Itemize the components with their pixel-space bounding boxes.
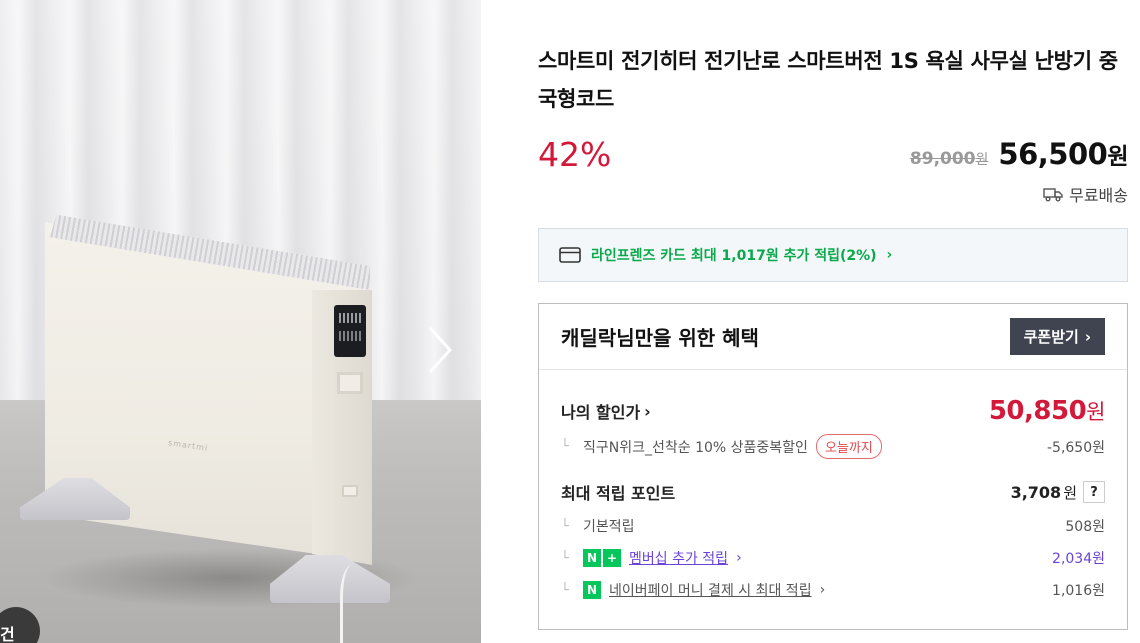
product-image-gallery: smartmi 건	[0, 0, 481, 643]
discount-detail-text: 직구N위크_선착순 10% 상품중복할인	[583, 439, 808, 456]
today-only-badge: 오늘까지	[815, 434, 882, 459]
naver-plus-icon: N +	[583, 549, 621, 567]
tree-branch-icon: └	[561, 550, 569, 566]
max-points-value: 3,708 원 ?	[1011, 481, 1105, 503]
original-price: 89,000원	[909, 149, 989, 169]
tree-branch-icon: └	[561, 582, 569, 598]
discount-amount: -5,650원	[1046, 439, 1105, 456]
benefit-header: 캐딜락님만을 위한 혜택 쿠폰받기 ›	[539, 304, 1127, 370]
coupon-button-label: 쿠폰받기	[1023, 328, 1079, 346]
discount-detail-row: └ 직구N위크_선착순 10% 상품중복할인 오늘까지 -5,650원	[561, 434, 1105, 459]
npay-link[interactable]: 네이버페이 머니 결제 시 최대 적립	[609, 580, 812, 600]
membership-points-value: 2,034원	[1052, 551, 1105, 567]
delivery-info: 무료배송	[1043, 182, 1128, 206]
npay-points-row: └ N 네이버페이 머니 결제 시 최대 적립 › 1,016원	[561, 580, 1105, 600]
benefit-title: 캐딜락님만을 위한 혜택	[561, 326, 759, 350]
tree-branch-icon: └	[561, 518, 569, 534]
my-price-value: 50,850원	[988, 396, 1106, 426]
power-cord	[340, 565, 370, 643]
chevron-right-icon	[428, 326, 453, 374]
membership-link[interactable]: 멤버십 추가 적립	[629, 548, 728, 568]
my-price-row: 나의 할인가 › 50,850원	[561, 396, 1105, 426]
benefit-panel: 캐딜락님만을 위한 혜택 쿠폰받기 › 나의 할인가 › 50,850원 └ 직…	[538, 303, 1128, 630]
coupon-button[interactable]: 쿠폰받기 ›	[1009, 318, 1105, 355]
max-points-label: 최대 적립 포인트	[561, 484, 676, 503]
basic-points-label: 기본적립	[583, 519, 635, 535]
heater-display	[334, 305, 366, 357]
help-icon[interactable]: ?	[1083, 481, 1105, 503]
chevron-right-icon: ›	[819, 582, 826, 598]
card-promo-banner[interactable]: 라인프렌즈 카드 최대 1,017원 추가 적립(2%) ›	[538, 228, 1128, 282]
card-promo-text: 라인프렌즈 카드 최대 1,017원 추가 적립(2%)	[591, 248, 877, 264]
delivery-text: 무료배송	[1069, 186, 1128, 205]
heater-knob	[342, 485, 358, 497]
chevron-right-icon: ›	[644, 401, 651, 421]
basic-points-row: └ 기본적립 508원	[561, 516, 1105, 536]
chevron-right-icon: ›	[1084, 327, 1091, 346]
credit-card-icon	[559, 247, 581, 263]
product-title: 스마트미 전기히터 전기난로 스마트버전 1S 욕실 사무실 난방기 중국형코드	[538, 49, 1118, 111]
naver-pay-icon: N	[583, 581, 601, 599]
chevron-right-icon: ›	[736, 550, 742, 566]
truck-icon	[1043, 188, 1063, 202]
gallery-next-button[interactable]	[420, 322, 460, 378]
price-row: 89,000원 56,500원	[909, 137, 1129, 171]
membership-points-row: └ N + 멤버십 추가 적립 › 2,034원	[561, 548, 1105, 568]
sale-price: 56,500원	[998, 137, 1128, 171]
max-points-row: 최대 적립 포인트 3,708 원 ?	[561, 480, 1105, 504]
basic-points-value: 508원	[1065, 519, 1105, 535]
npay-points-value: 1,016원	[1052, 583, 1105, 599]
heater-handle	[337, 372, 363, 394]
discount-rate: 42%	[538, 135, 612, 174]
chevron-right-icon: ›	[886, 247, 893, 263]
tree-branch-icon: └	[561, 439, 569, 454]
my-price-label[interactable]: 나의 할인가 ›	[561, 399, 651, 423]
